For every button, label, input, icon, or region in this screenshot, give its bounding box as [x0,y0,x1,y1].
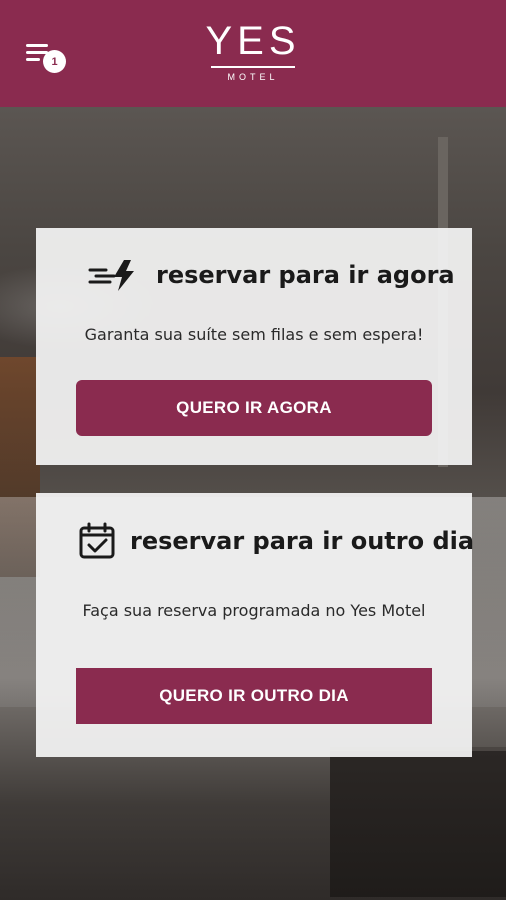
logo-subtitle: MOTEL [227,72,279,82]
reserve-other-day-title: reservar para ir outro dia [130,527,475,555]
logo-divider [211,66,295,68]
notification-badge: 1 [43,50,66,73]
reserve-other-day-card: reservar para ir outro dia Faça sua rese… [36,493,475,757]
calendar-check-icon [78,522,116,560]
reserve-now-title: reservar para ir agora [156,261,455,289]
reserve-now-button[interactable]: QUERO IR AGORA [76,380,432,436]
menu-icon [26,44,48,47]
app-logo: YES MOTEL [205,18,301,94]
menu-icon-bar [26,58,40,61]
reserve-other-day-title-row: reservar para ir outro dia [78,522,475,560]
reserve-other-day-button[interactable]: QUERO IR OUTRO DIA [76,668,432,724]
menu-button[interactable]: 1 [24,40,70,76]
app-header: 1 YES MOTEL [0,0,506,107]
reserve-now-card: reservar para ir agora Garanta sua suíte… [36,228,472,465]
logo-text: YES [205,19,301,63]
reserve-now-description: Garanta sua suíte sem filas e sem espera… [84,325,424,344]
reserve-now-title-row: reservar para ir agora [88,258,455,292]
fast-lightning-icon [88,258,142,292]
reserve-other-day-description: Faça sua reserva programada no Yes Motel [82,601,426,620]
background-planter [330,747,506,897]
